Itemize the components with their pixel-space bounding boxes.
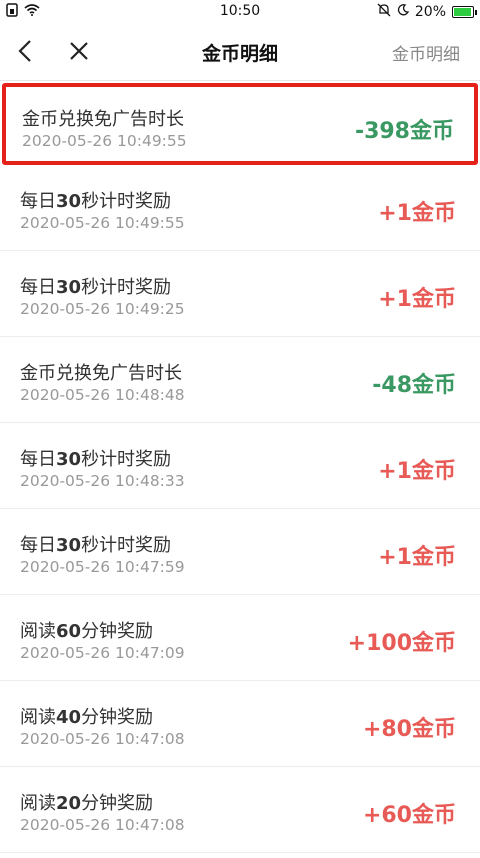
- item-title-prefix: 阅读: [20, 621, 56, 642]
- item-title-number: 30: [56, 277, 82, 298]
- list-item[interactable]: 金币兑换免广告时长 2020-05-26 10:48:48 -48金币: [0, 337, 480, 423]
- item-amount: +1金币: [378, 201, 456, 226]
- list-item[interactable]: 阅读60分钟奖励 2020-05-26 10:47:09 +100金币: [0, 595, 480, 681]
- list-item[interactable]: 每日30秒计时奖励 2020-05-26 10:47:59 +1金币: [0, 509, 480, 595]
- item-title: 金币兑换免广告时长: [20, 359, 182, 385]
- item-title: 阅读60分钟奖励: [20, 617, 153, 643]
- item-amount: -398金币: [354, 119, 454, 144]
- nav-bar: 金币明细 金币明细: [0, 24, 480, 81]
- list-item[interactable]: 金币兑换免广告时长 2020-05-26 10:49:55 -398金币: [2, 83, 478, 165]
- item-title-prefix: 每日: [20, 191, 56, 212]
- item-title: 金币兑换免广告时长: [22, 105, 184, 131]
- item-amount: +1金币: [378, 287, 456, 312]
- item-title-suffix: 秒计时奖励: [81, 535, 172, 556]
- list-item[interactable]: 每日30秒计时奖励 2020-05-26 10:49:55 +1金币: [0, 165, 480, 251]
- list-item[interactable]: 阅读20分钟奖励 2020-05-26 10:47:08 +60金币: [0, 767, 480, 853]
- status-bar: 10:50 20%: [0, 0, 480, 24]
- item-title-number: 30: [56, 535, 82, 556]
- item-timestamp: 2020-05-26 10:47:08: [20, 730, 185, 748]
- nav-right-link[interactable]: 金币明细: [392, 40, 460, 65]
- list-item[interactable]: 阅读40分钟奖励 2020-05-26 10:47:08 +80金币: [0, 681, 480, 767]
- item-title-prefix: 阅读: [20, 707, 56, 728]
- item-title-prefix: 阅读: [20, 793, 56, 814]
- moon-icon: [397, 4, 409, 20]
- item-title-prefix: 每日: [20, 277, 56, 298]
- item-title-suffix: 秒计时奖励: [81, 191, 172, 212]
- item-timestamp: 2020-05-26 10:47:09: [20, 644, 185, 662]
- item-amount: +100金币: [347, 631, 456, 656]
- coin-record-list: 金币兑换免广告时长 2020-05-26 10:49:55 -398金币 每日30秒计…: [0, 83, 480, 853]
- battery-percent: 20%: [414, 4, 446, 20]
- item-timestamp: 2020-05-26 10:49:55: [20, 214, 185, 232]
- item-title-number: 20: [56, 793, 82, 814]
- item-amount: +60金币: [362, 803, 456, 828]
- item-title: 阅读40分钟奖励: [20, 703, 153, 729]
- item-title-prefix: 每日: [20, 449, 56, 470]
- item-title-number: 60: [56, 621, 82, 642]
- list-item[interactable]: 每日30秒计时奖励 2020-05-26 10:48:33 +1金币: [0, 423, 480, 509]
- item-title-number: 40: [56, 707, 82, 728]
- status-icons-right: 20%: [377, 3, 477, 21]
- item-title-suffix: 秒计时奖励: [81, 277, 172, 298]
- item-title-number: 30: [56, 191, 82, 212]
- item-title: 每日30秒计时奖励: [20, 445, 171, 471]
- item-amount: +80金币: [362, 717, 456, 742]
- item-title-prefix: 金币兑换免广告时长: [20, 363, 182, 384]
- item-timestamp: 2020-05-26 10:47:08: [20, 816, 185, 834]
- battery-icon: [452, 6, 477, 18]
- item-title-suffix: 分钟奖励: [81, 793, 154, 814]
- item-title: 阅读20分钟奖励: [20, 789, 153, 815]
- item-amount: +1金币: [378, 459, 456, 484]
- item-title: 每日30秒计时奖励: [20, 531, 171, 557]
- item-title-suffix: 秒计时奖励: [81, 449, 172, 470]
- item-timestamp: 2020-05-26 10:49:25: [20, 300, 185, 318]
- item-title-prefix: 每日: [20, 535, 56, 556]
- item-title: 每日30秒计时奖励: [20, 187, 171, 213]
- item-amount: -48金币: [372, 373, 456, 398]
- item-title: 每日30秒计时奖励: [20, 273, 171, 299]
- item-timestamp: 2020-05-26 10:48:48: [20, 386, 185, 404]
- item-timestamp: 2020-05-26 10:49:55: [22, 132, 187, 150]
- mute-bell-icon: [377, 3, 391, 21]
- item-timestamp: 2020-05-26 10:47:59: [20, 558, 185, 576]
- list-item[interactable]: 每日30秒计时奖励 2020-05-26 10:49:25 +1金币: [0, 251, 480, 337]
- item-timestamp: 2020-05-26 10:48:33: [20, 472, 185, 490]
- item-title-suffix: 分钟奖励: [81, 707, 154, 728]
- item-amount: +1金币: [378, 545, 456, 570]
- item-title-suffix: 分钟奖励: [81, 621, 154, 642]
- item-title-number: 30: [56, 449, 82, 470]
- item-title-prefix: 金币兑换免广告时长: [22, 109, 184, 130]
